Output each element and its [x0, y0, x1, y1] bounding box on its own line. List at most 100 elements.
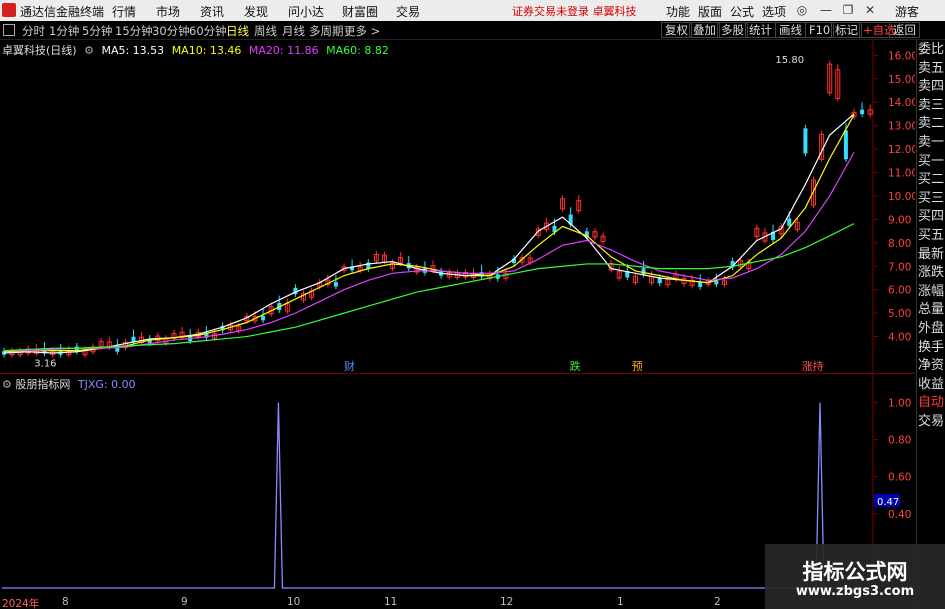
price-tick-label: 15.00	[888, 74, 915, 86]
kline-chart[interactable]: 16.00 15.00 14.00 13.00 12.00 11.00 10.00 9.00 8…	[0, 40, 915, 373]
sidebar-item[interactable]: 最新	[917, 245, 945, 264]
event-marker: 跌	[570, 359, 581, 373]
watermark-url: www.zbgs3.com	[795, 584, 915, 599]
menu-hangqing[interactable]: 行情	[112, 3, 136, 20]
sidebar-item[interactable]: 卖五	[917, 59, 945, 78]
event-marker: 涨持	[802, 359, 824, 373]
skin-icon[interactable]: ◎	[794, 2, 810, 18]
sidebar-item[interactable]: 买五	[917, 226, 945, 245]
price-tick-label: 9.00	[888, 214, 911, 226]
period-toolbar: 分时 1分钟 5分钟 15分钟 30分钟 60分钟 日线 周线 月线 多周期 更…	[0, 21, 945, 40]
event-marker: 财	[344, 359, 355, 373]
menu-banmian[interactable]: 版面	[698, 3, 722, 20]
tjxg-line	[2, 402, 870, 589]
candle-body	[860, 109, 865, 115]
price-tick-label: 6.00	[888, 285, 911, 297]
candle-body	[641, 268, 646, 275]
tool-f10[interactable]: F10	[805, 22, 835, 38]
sidebar-item[interactable]: 卖三	[917, 96, 945, 115]
period-15min[interactable]: 15分钟	[115, 23, 153, 39]
high-price-label: 15.80	[775, 55, 804, 66]
ma-line-ma20	[4, 152, 855, 352]
candle-body	[333, 282, 338, 287]
sidebar-item[interactable]: 买一	[917, 152, 945, 171]
layout-toggle-icon[interactable]	[3, 24, 15, 36]
price-tick-label: 4.00	[888, 332, 911, 344]
app-name: 通达信金融终端	[20, 5, 105, 19]
date-label-oct: 10	[287, 596, 301, 608]
period-5min[interactable]: 5分钟	[82, 23, 112, 39]
user-label[interactable]: 游客	[895, 3, 919, 20]
date-label-year: 2024年	[2, 598, 40, 609]
candle-body	[261, 315, 266, 321]
price-tick-label: 12.00	[888, 144, 915, 156]
ma-line-ma60	[3, 223, 855, 352]
minimize-icon[interactable]: —	[818, 2, 834, 18]
price-tick-label: 5.00	[888, 308, 911, 320]
ma-line-ma10	[3, 114, 855, 353]
tool-tongji[interactable]: 统计	[745, 22, 776, 38]
period-30min[interactable]: 30分钟	[152, 23, 190, 39]
date-label-feb: 2	[714, 596, 721, 608]
sidebar-item[interactable]: 总量	[917, 300, 945, 319]
app-logo	[2, 3, 16, 17]
sidebar-item[interactable]: 买四	[917, 207, 945, 226]
sidebar-item[interactable]: 涨幅	[917, 282, 945, 301]
sidebar-item[interactable]: 买二	[917, 170, 945, 189]
period-weekly[interactable]: 周线	[254, 23, 277, 39]
menu-xuanxiang[interactable]: 选项	[762, 3, 786, 20]
event-marker: 预	[632, 360, 643, 373]
tool-fuquan[interactable]: 复权	[661, 22, 692, 38]
sidebar-item[interactable]: 卖一	[917, 133, 945, 152]
menu-caifuquan[interactable]: 财富圈	[342, 3, 378, 20]
sidebar-item[interactable]: 委比	[917, 40, 945, 59]
sidebar-item[interactable]: 净资	[917, 356, 945, 375]
date-label-nov: 11	[384, 596, 398, 608]
menu-faxian[interactable]: 发现	[244, 3, 268, 20]
sidebar-item[interactable]: 买三	[917, 189, 945, 208]
tool-biaoji[interactable]: 标记	[831, 22, 862, 38]
price-tick-label: 11.00	[888, 168, 915, 180]
period-1min[interactable]: 1分钟	[49, 23, 79, 39]
candle-body	[787, 218, 792, 226]
date-label-dec: 12	[500, 596, 514, 608]
menu-jiaoyi[interactable]: 交易	[396, 3, 420, 20]
sidebar-item[interactable]: 自动	[917, 393, 945, 412]
sidebar-item[interactable]: 收益	[917, 375, 945, 394]
close-icon[interactable]: ✕	[862, 2, 878, 18]
watermark-title: 指标公式网	[802, 560, 908, 584]
period-more[interactable]: 更多 >	[344, 23, 380, 39]
menu-wenxiaoda[interactable]: 问小达	[288, 3, 324, 20]
tool-diejia[interactable]: 叠加	[689, 22, 720, 38]
menu-zixun[interactable]: 资讯	[200, 3, 224, 20]
sidebar-item[interactable]: 卖四	[917, 77, 945, 96]
current-value-tag-label: 0.47	[877, 497, 899, 508]
price-tick-label: 14.00	[888, 97, 915, 109]
sidebar-item[interactable]: 外盘	[917, 319, 945, 338]
period-monthly[interactable]: 月线	[282, 23, 305, 39]
tool-back[interactable]: 返回	[889, 22, 920, 38]
watermark: 指标公式网 www.zbgs3.com	[765, 544, 945, 609]
candle-body	[803, 128, 808, 154]
tool-duogu[interactable]: 多股	[717, 22, 748, 38]
sidebar-item[interactable]: 换手	[917, 338, 945, 357]
trade-login-notice[interactable]: 证券交易未登录 卓翼科技	[512, 3, 637, 19]
sidebar-item[interactable]: 涨跌	[917, 263, 945, 282]
restore-icon[interactable]: ❐	[840, 2, 856, 18]
ind-tick-label: 0.80	[888, 435, 911, 447]
kline-panel[interactable]: 卓翼科技(日线) ⚙ MA5: 13.53 MA10: 13.46 MA20: …	[0, 40, 915, 373]
sidebar-item[interactable]: 卖二	[917, 114, 945, 133]
menu-shichang[interactable]: 市场	[156, 3, 180, 20]
period-multi[interactable]: 多周期	[309, 23, 344, 39]
period-fenshi[interactable]: 分时	[22, 23, 45, 39]
period-60min[interactable]: 60分钟	[189, 23, 227, 39]
ind-tick-label: 0.40	[888, 509, 911, 521]
tool-huaxian[interactable]: 画线	[775, 22, 806, 38]
quote-sidebar: 委比 卖五 卖四 卖三 卖二 卖一 买一 买二 买三 买四 买五 最新 涨跌 涨幅 总量 外盘 换手 净资 收益 自动…	[916, 40, 945, 609]
menu-gongneng[interactable]: 功能	[666, 3, 690, 20]
date-label-jan: 1	[617, 596, 624, 608]
period-daily[interactable]: 日线	[226, 23, 249, 39]
sidebar-item[interactable]: 交易	[917, 412, 945, 431]
candle-body	[714, 280, 719, 285]
menu-gongshi[interactable]: 公式	[730, 3, 754, 20]
